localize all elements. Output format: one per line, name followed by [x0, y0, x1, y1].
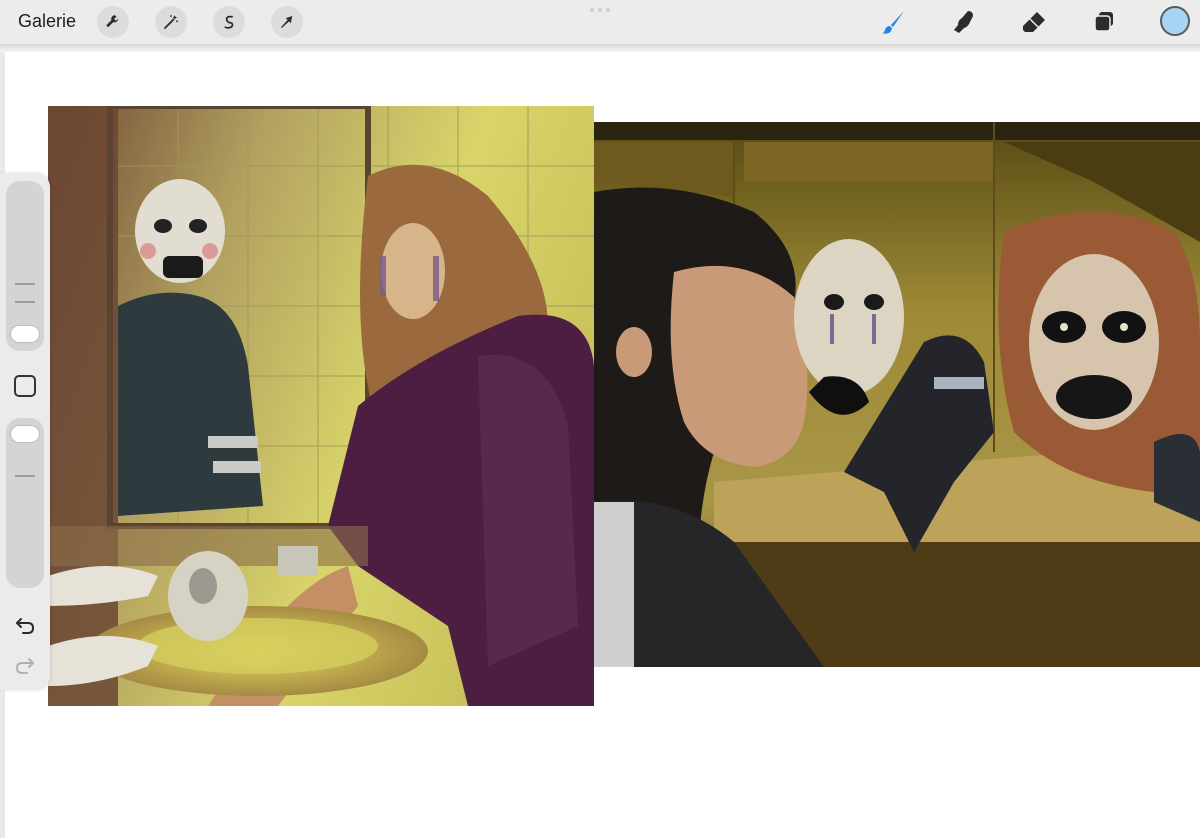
- bathroom-mirror-painting[interactable]: [48, 106, 594, 706]
- transform-arrow-icon[interactable]: [271, 6, 303, 38]
- magic-wand-icon[interactable]: [155, 6, 187, 38]
- undo-icon[interactable]: [13, 613, 37, 637]
- left-sidebar: [0, 173, 50, 690]
- wrench-icon[interactable]: [97, 6, 129, 38]
- layers-icon[interactable]: [1088, 6, 1120, 38]
- redo-icon[interactable]: [13, 653, 37, 677]
- toolbar-shadow: [0, 44, 1200, 52]
- opacity-slider[interactable]: [6, 418, 44, 588]
- top-toolbar: Galerie: [0, 0, 1200, 45]
- eraser-icon[interactable]: [1018, 6, 1050, 38]
- color-picker-swatch[interactable]: [1160, 6, 1190, 36]
- brush-size-knob[interactable]: [10, 325, 40, 343]
- toolbar-grip[interactable]: [588, 8, 612, 12]
- slider-tick: [15, 283, 35, 285]
- selection-icon[interactable]: [213, 6, 245, 38]
- slider-tick: [15, 475, 35, 477]
- mirror-faces-painting[interactable]: [594, 122, 1200, 667]
- slider-tick: [15, 301, 35, 303]
- opacity-knob[interactable]: [10, 425, 40, 443]
- gallery-button[interactable]: Galerie: [18, 11, 76, 32]
- modify-button[interactable]: [14, 375, 36, 397]
- smudge-icon[interactable]: [948, 6, 980, 38]
- brush-icon[interactable]: [878, 6, 910, 38]
